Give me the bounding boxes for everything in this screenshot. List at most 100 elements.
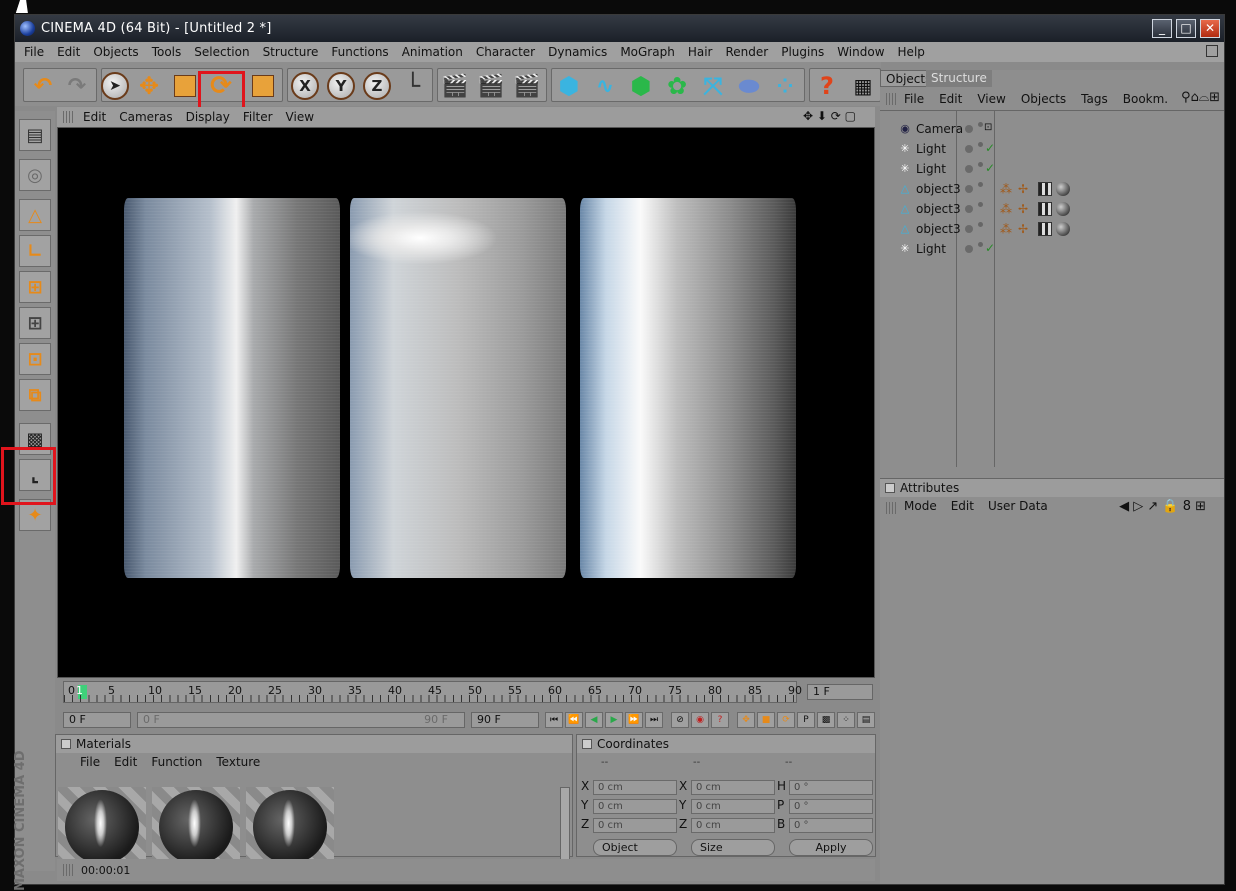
size-z-field[interactable]: 0 cm: [691, 818, 775, 833]
3d-viewport[interactable]: [57, 127, 875, 678]
menu-hair[interactable]: Hair: [688, 45, 713, 59]
key-position-button[interactable]: ✥: [737, 712, 755, 728]
viewport-menu-display[interactable]: Display: [186, 110, 230, 124]
texture-tag-icon[interactable]: [1038, 182, 1052, 196]
use-polygon-mode-button[interactable]: ⊞: [19, 307, 51, 339]
render-dot[interactable]: [978, 242, 983, 247]
visibility-dot[interactable]: [965, 245, 973, 253]
maximize-button[interactable]: □: [1176, 19, 1196, 38]
menu-help[interactable]: Help: [898, 45, 925, 59]
add-scene-button[interactable]: ⬬: [733, 70, 765, 102]
add-particle-button[interactable]: ⁘: [769, 70, 801, 102]
object-name[interactable]: Camera: [916, 122, 963, 136]
menu-functions[interactable]: Functions: [331, 45, 388, 59]
materials-menu-function[interactable]: Function: [151, 755, 202, 769]
calendar-icon[interactable]: ▦: [847, 70, 879, 102]
timeline[interactable]: 0 1 5 10 15 20 25 30 35 40 45 50 55 60 65 70 75 80 85 90 1 …: [57, 681, 875, 703]
phong-tag-icon[interactable]: ⁂: [1000, 202, 1014, 216]
object-row-object3[interactable]: △ object3 ⁂ ✢: [880, 179, 1218, 199]
material-tag-icon[interactable]: [1056, 202, 1070, 216]
tab-structure[interactable]: Structure: [926, 70, 992, 87]
use-object-axis-button[interactable]: ⧉: [19, 379, 51, 411]
coordinates-panel-checkbox[interactable]: [582, 739, 592, 749]
go-to-end-button[interactable]: ⏭: [645, 712, 663, 728]
enabled-check-icon[interactable]: ✓: [985, 241, 995, 255]
texture-tag-icon[interactable]: [1038, 222, 1052, 236]
object-row-light[interactable]: ✳ Light ✓: [880, 159, 1218, 179]
materials-panel-checkbox[interactable]: [61, 739, 71, 749]
add-deformer-button[interactable]: ⤧: [697, 70, 729, 102]
coordinate-mode-dropdown[interactable]: Object: [593, 839, 677, 856]
objects-menu-tags[interactable]: Tags: [1081, 92, 1108, 106]
size-y-field[interactable]: 0 cm: [691, 799, 775, 814]
uvw-tag-icon[interactable]: ✢: [1018, 222, 1032, 236]
enabled-check-icon[interactable]: ✓: [985, 141, 995, 155]
menu-animation[interactable]: Animation: [402, 45, 463, 59]
render-dot[interactable]: [978, 142, 983, 147]
key-help-button[interactable]: ?: [711, 712, 729, 728]
attributes-nav-icons[interactable]: ◀ ▷ ↗ 🔒 8 ⊞: [1119, 499, 1206, 514]
materials-menu-texture[interactable]: Texture: [216, 755, 260, 769]
scale-object-button[interactable]: [247, 70, 279, 102]
end-frame-field[interactable]: 90 F: [471, 712, 539, 728]
visibility-dot[interactable]: [965, 185, 973, 193]
x-axis-lock-button[interactable]: X: [289, 70, 321, 102]
visibility-dot[interactable]: [965, 125, 973, 133]
timeline-settings-button[interactable]: ▤: [857, 712, 875, 728]
use-point-mode-button[interactable]: ∟: [19, 235, 51, 267]
enabled-check-icon[interactable]: ✓: [985, 161, 995, 175]
render-dot[interactable]: [978, 222, 983, 227]
redo-button[interactable]: ↷: [61, 70, 93, 102]
position-y-field[interactable]: 0 cm: [593, 799, 677, 814]
position-z-field[interactable]: 0 cm: [593, 818, 677, 833]
materials-scrollbar[interactable]: [560, 787, 570, 867]
materials-menu-edit[interactable]: Edit: [114, 755, 137, 769]
objects-search-home-icons[interactable]: ⚲⌂⌓⊞: [1181, 90, 1220, 105]
add-cube-button[interactable]: ⬢: [553, 70, 585, 102]
object-row-object3[interactable]: △ object3 ⁂ ✢: [880, 199, 1218, 219]
render-dot[interactable]: [978, 122, 983, 127]
drag-grip-icon[interactable]: [63, 111, 73, 123]
visibility-dot[interactable]: [965, 225, 973, 233]
help-button[interactable]: ?: [811, 70, 843, 102]
move-tool-button[interactable]: ✥: [133, 70, 165, 102]
previous-key-button[interactable]: ⏪: [565, 712, 583, 728]
menu-selection[interactable]: Selection: [194, 45, 249, 59]
use-object-mode-button[interactable]: ◎: [19, 159, 51, 191]
visibility-dot[interactable]: [965, 145, 973, 153]
object-name[interactable]: Light: [916, 162, 946, 176]
attributes-menu-user-data[interactable]: User Data: [988, 499, 1048, 513]
phong-tag-icon[interactable]: ⁂: [1000, 182, 1014, 196]
live-selection-button[interactable]: ➤: [99, 70, 131, 102]
object-name[interactable]: object3: [916, 182, 961, 196]
scale-tool-button[interactable]: [169, 70, 201, 102]
visibility-dot[interactable]: [965, 165, 973, 173]
render-settings-button[interactable]: 🎬: [511, 70, 543, 102]
menu-dynamics[interactable]: Dynamics: [548, 45, 607, 59]
preview-range-slider[interactable]: 0 F 90 F: [137, 712, 465, 728]
z-axis-lock-button[interactable]: Z: [361, 70, 393, 102]
uvw-tag-icon[interactable]: ✢: [1018, 182, 1032, 196]
timeline-ruler[interactable]: 0 1 5 10 15 20 25 30 35 40 45 50 55 60 65 70 75 80 85 90: [63, 681, 802, 703]
material-tag-icon[interactable]: [1056, 182, 1070, 196]
start-frame-field[interactable]: 0 F: [63, 712, 131, 728]
coordinate-system-button[interactable]: └: [397, 70, 429, 102]
key-scale-button[interactable]: ■: [757, 712, 775, 728]
attributes-panel-checkbox[interactable]: [885, 483, 895, 493]
key-rotation-button[interactable]: ⟳: [777, 712, 795, 728]
key-parameter-button[interactable]: P: [797, 712, 815, 728]
play-forward-button[interactable]: ▶: [605, 712, 623, 728]
viewport-nav-icons[interactable]: ✥ ⬇ ⟳ ▢: [803, 109, 856, 123]
rotation-b-field[interactable]: 0 °: [789, 818, 873, 833]
visibility-dot[interactable]: [965, 205, 973, 213]
layout-toggle-icon[interactable]: [1206, 45, 1218, 57]
phong-tag-icon[interactable]: ⁂: [1000, 222, 1014, 236]
camera-target-icon[interactable]: ⊡: [984, 122, 992, 133]
render-dot[interactable]: [978, 202, 983, 207]
menu-window[interactable]: Window: [837, 45, 884, 59]
add-spline-button[interactable]: ∿: [589, 70, 621, 102]
menu-edit[interactable]: Edit: [57, 45, 80, 59]
texture-tag-icon[interactable]: [1038, 202, 1052, 216]
undo-button[interactable]: ↶: [27, 70, 59, 102]
play-backward-button[interactable]: ◀: [585, 712, 603, 728]
